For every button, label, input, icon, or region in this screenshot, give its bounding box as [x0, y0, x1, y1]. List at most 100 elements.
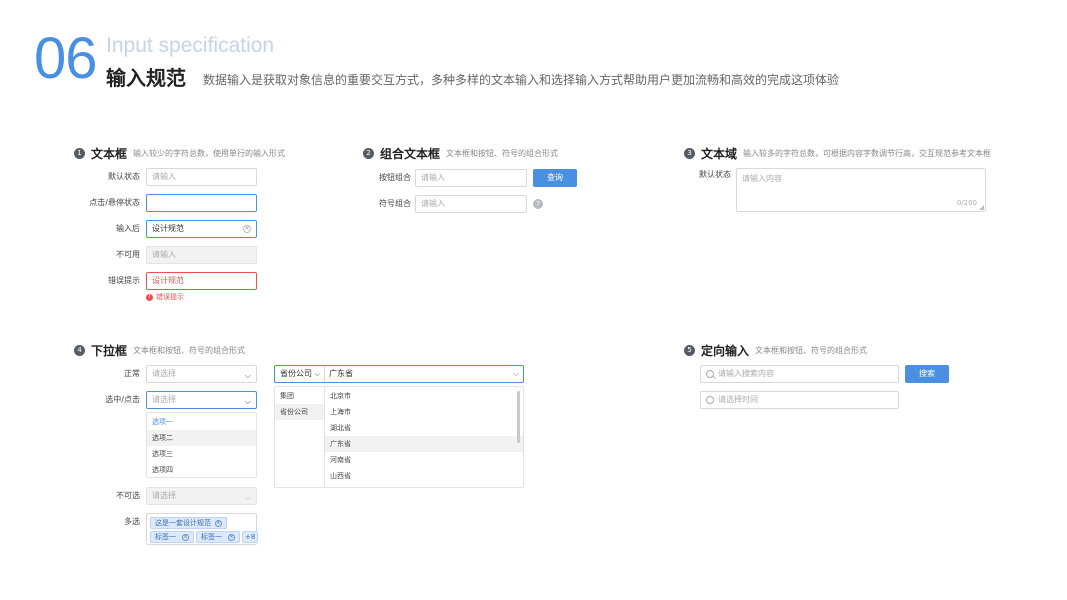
- help-icon[interactable]: ?: [533, 199, 543, 209]
- scrollbar[interactable]: [517, 391, 520, 443]
- multi-select[interactable]: 这是一套设计规范 × 标签一 × 标签一 × +8: [146, 513, 259, 545]
- disabled-select: 请选择 ⌵: [146, 487, 257, 505]
- select-value: 请选择: [152, 395, 176, 404]
- select-value: 请选择: [152, 369, 176, 378]
- section-subtitle: 输入较多的字符总数，可根据内容字数调节行高，交互规范参考文本框: [743, 149, 992, 158]
- resize-handle-icon[interactable]: [979, 205, 984, 210]
- error-message: ! 错误提示: [146, 292, 184, 302]
- tag: 标签一 ×: [150, 531, 194, 543]
- chevron-down-icon: ⌵: [244, 371, 251, 380]
- symbol-input[interactable]: 请输入: [415, 195, 527, 213]
- cascade-right-item[interactable]: 广东省: [325, 436, 523, 452]
- chevron-down-icon: ⌵: [512, 369, 519, 378]
- tag: 标签一 ×: [196, 531, 240, 543]
- row-label: 默认状态: [108, 172, 140, 181]
- tag-label: 这是一套设计规范: [155, 519, 211, 527]
- textarea[interactable]: 请输入内容 0/200: [736, 168, 986, 212]
- cascade-right-value: 广东省: [329, 369, 353, 378]
- error-message-text: 错误提示: [156, 293, 184, 301]
- default-input[interactable]: 请输入: [146, 168, 257, 186]
- section-name: 下拉框: [91, 344, 128, 358]
- section-subtitle: 文本框和按钮、符号的组合形式: [446, 149, 559, 158]
- cascade-right-item[interactable]: 湖北省: [325, 420, 523, 436]
- row-label: 错误提示: [108, 276, 140, 285]
- tag-label: 标签一: [155, 533, 176, 541]
- search-button[interactable]: 搜索: [905, 365, 949, 383]
- cascade-left-item[interactable]: 省份公司: [275, 404, 324, 420]
- section-dropdown-title: 4 下拉框 文本框和按钮、符号的组合形式: [74, 342, 245, 359]
- textarea-placeholder: 请输入内容: [742, 174, 782, 183]
- cascade-left-item[interactable]: 集团: [275, 388, 324, 404]
- search-placeholder: 请输入搜索内容: [718, 369, 774, 378]
- search-input[interactable]: 请输入搜索内容: [700, 365, 899, 383]
- chevron-down-icon: ⌵: [314, 370, 320, 378]
- normal-select[interactable]: 请选择 ⌵: [146, 365, 257, 383]
- select-value: 省份公司: [280, 369, 312, 378]
- tag-label: 标签一: [201, 533, 222, 541]
- option-item[interactable]: 选项二: [147, 430, 256, 446]
- chevron-down-icon: ⌵: [244, 493, 251, 502]
- chevron-down-icon: ⌵: [244, 397, 251, 406]
- option-item[interactable]: 选项四: [147, 462, 256, 478]
- disabled-input: 请输入: [146, 246, 257, 264]
- chapter-description: 数据输入是获取对象信息的重要交互方式，多种多样的文本输入和选择输入方式帮助用户更…: [203, 73, 840, 87]
- cascade-right-item[interactable]: 北京市: [325, 388, 523, 404]
- row-label: 按钮组合: [379, 173, 411, 182]
- open-select[interactable]: 请选择 ⌵: [146, 391, 257, 409]
- char-counter: 0/200: [956, 199, 977, 207]
- time-placeholder: 请选择时间: [718, 395, 758, 404]
- option-item[interactable]: 选项一: [147, 414, 256, 430]
- close-icon[interactable]: ×: [215, 519, 222, 527]
- dropdown-options: 选项一 选项二 选项三 选项四: [146, 412, 257, 478]
- cascade-select[interactable]: 省份公司 ⌵ 广东省 ⌵: [274, 365, 524, 383]
- row-label: 不可用: [116, 250, 140, 259]
- row-label: 默认状态: [699, 170, 731, 179]
- more-tag[interactable]: +8: [242, 531, 259, 543]
- section-name: 文本域: [701, 147, 738, 161]
- section-subtitle: 文本框和按钮、符号的组合形式: [133, 346, 246, 355]
- section-directed-title: 5 定向输入 文本框和按钮、符号的组合形式: [684, 342, 867, 359]
- row-label: 多选: [124, 517, 140, 526]
- section-badge: 1: [74, 148, 85, 159]
- clear-icon[interactable]: ×: [243, 225, 251, 233]
- section-badge: 2: [363, 148, 374, 159]
- row-label: 点击/悬停状态: [89, 198, 140, 207]
- section-badge: 3: [684, 148, 695, 159]
- cascade-left-list: 集团 省份公司: [275, 387, 325, 487]
- close-icon[interactable]: ×: [228, 533, 235, 541]
- cascade-left-select[interactable]: 省份公司 ⌵: [275, 366, 325, 382]
- section-subtitle: 输入较少的字符总数，使用单行的输入形式: [133, 149, 286, 158]
- cascade-right-item[interactable]: 山西省: [325, 468, 523, 484]
- section-badge: 4: [74, 345, 85, 356]
- row-label: 不可选: [116, 491, 140, 500]
- error-input[interactable]: 设计规范: [146, 272, 257, 290]
- input-value: 设计规范: [152, 224, 184, 233]
- cascade-right-item[interactable]: 上海市: [325, 404, 523, 420]
- query-input[interactable]: 请输入: [415, 169, 527, 187]
- focused-input[interactable]: [146, 194, 257, 212]
- section-subtitle: 文本框和按钮、符号的组合形式: [755, 346, 868, 355]
- option-item[interactable]: 选项三: [147, 446, 256, 462]
- section-combo-title: 2 组合文本框 文本框和按钮、符号的组合形式: [363, 145, 558, 162]
- section-badge: 5: [684, 345, 695, 356]
- chapter-title: 输入规范: [106, 66, 186, 90]
- time-input[interactable]: 请选择时间: [700, 391, 899, 409]
- filled-input[interactable]: 设计规范 ×: [146, 220, 257, 238]
- section-name: 定向输入: [701, 344, 750, 358]
- select-value: 请选择: [152, 491, 176, 500]
- row-label: 输入后: [116, 224, 140, 233]
- close-icon[interactable]: ×: [182, 533, 189, 541]
- row-label: 符号组合: [379, 199, 411, 208]
- chapter-number: 06: [34, 26, 98, 91]
- section-textarea-title: 3 文本域 输入较多的字符总数，可根据内容字数调节行高，交互规范参考文本框: [684, 145, 991, 162]
- cascade-right-list: 北京市 上海市 湖北省 广东省 河南省 山西省: [325, 387, 523, 487]
- cascade-right-item[interactable]: 河南省: [325, 452, 523, 468]
- tag: 这是一套设计规范 ×: [150, 517, 227, 529]
- error-icon: !: [146, 293, 153, 301]
- row-label: 正常: [124, 369, 140, 378]
- chapter-english-title: Input specification: [106, 34, 275, 57]
- cascade-panel: 集团 省份公司 北京市 上海市 湖北省 广东省 河南省 山西省: [274, 386, 524, 488]
- section-name: 文本框: [91, 147, 128, 161]
- search-icon: [706, 370, 714, 378]
- query-button[interactable]: 查询: [533, 169, 577, 187]
